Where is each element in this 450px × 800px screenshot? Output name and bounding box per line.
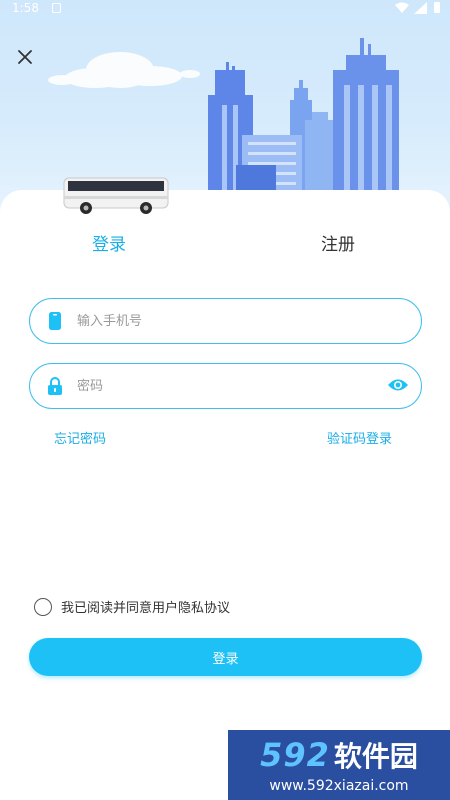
forgot-password-link[interactable]: 忘记密码	[54, 428, 106, 447]
agreement-checkbox[interactable]	[34, 597, 52, 616]
signal-icon	[414, 2, 427, 14]
close-button[interactable]	[12, 44, 38, 70]
phone-icon	[49, 312, 61, 330]
tab-register[interactable]: 注册	[321, 230, 355, 255]
watermark-name: 软件园	[333, 740, 418, 773]
phone-input[interactable]	[77, 309, 377, 333]
watermark-logo: 592 软件园 www.592xiazai.com	[228, 730, 450, 800]
agreement-text[interactable]: 我已阅读并同意用户隐私协议	[61, 597, 230, 616]
code-login-link[interactable]: 验证码登录	[327, 428, 392, 447]
wifi-icon	[395, 2, 409, 13]
agreement-row: 我已阅读并同意用户隐私协议	[34, 597, 230, 616]
watermark-url: www.592xiazai.com	[269, 778, 409, 794]
password-input[interactable]	[77, 374, 377, 398]
login-button[interactable]: 登录	[29, 638, 422, 676]
close-icon	[18, 50, 32, 64]
status-bar: 1:58	[0, 0, 450, 18]
lock-icon	[48, 377, 62, 395]
sim-icon	[52, 3, 61, 13]
status-time: 1:58	[12, 1, 39, 15]
password-field[interactable]	[29, 363, 422, 409]
phone-field[interactable]	[29, 298, 422, 344]
tab-login[interactable]: 登录	[92, 230, 126, 255]
login-card	[0, 190, 450, 800]
watermark-number: 592	[260, 736, 330, 774]
eye-icon[interactable]	[387, 376, 409, 394]
bus-illustration	[63, 177, 169, 214]
battery-icon	[434, 2, 440, 13]
